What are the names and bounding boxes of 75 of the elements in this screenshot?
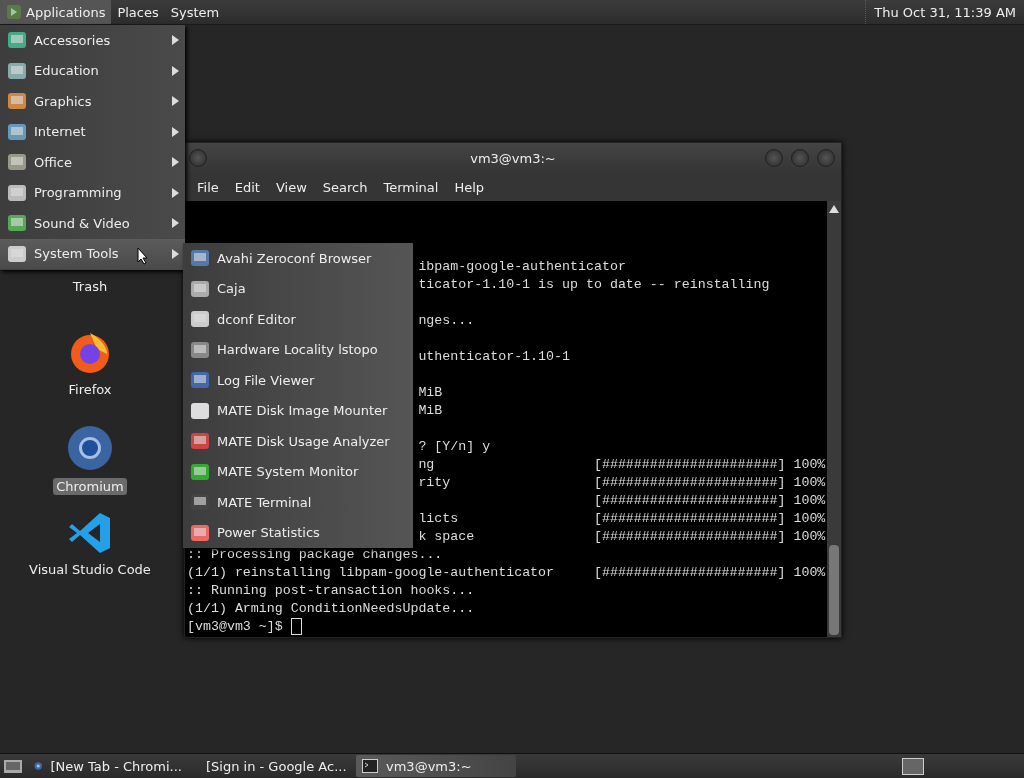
terminal-line: (1/1) Arming ConditionNeedsUpdate...	[187, 600, 475, 618]
panel-menu[interactable]: Applications	[0, 0, 112, 24]
submenu-arrow-icon	[172, 248, 179, 259]
submenu-arrow-icon	[172, 218, 179, 229]
menu-item[interactable]: Log File Viewer	[183, 365, 413, 396]
desktop-icon-label[interactable]: Firefox	[65, 381, 115, 398]
scroll-up-icon[interactable]	[829, 205, 839, 213]
menu-item[interactable]: Caja	[183, 273, 413, 304]
text-cursor	[290, 618, 302, 635]
menu-item[interactable]: System Tools	[0, 238, 185, 269]
window-title: vm3@vm3:~	[470, 150, 556, 166]
shell-prompt: [vm3@vm3 ~]$	[187, 619, 283, 634]
terminal-line: :: Processing package changes...	[187, 546, 443, 564]
submenu-arrow-icon	[172, 126, 179, 137]
code-editor-icon[interactable]	[68, 511, 112, 555]
submenu-arrow-icon	[172, 187, 179, 198]
clock[interactable]: Thu Oct 31, 11:39 AM	[865, 0, 1024, 24]
menu-item[interactable]: MATE Disk Usage Analyzer	[183, 426, 413, 457]
menu-item[interactable]: File	[189, 179, 227, 195]
desktop-icon-label[interactable]: Visual Studio Code	[26, 561, 154, 578]
menu-item[interactable]: Hardware Locality lstopo	[183, 334, 413, 365]
terminal-line: MiB	[418, 402, 443, 420]
taskbar-button[interactable]: [Sign in - Google Ac...	[192, 755, 352, 777]
submenu-arrow-icon	[172, 157, 179, 168]
submenu-arrow-icon	[172, 65, 179, 76]
terminal-line: ? [Y/n] y	[418, 438, 491, 456]
menu-item[interactable]: Edit	[226, 179, 268, 195]
menu-item[interactable]: dconf Editor	[183, 304, 413, 335]
desktop-icon-label[interactable]: Chromium	[53, 478, 127, 495]
menu-item[interactable]: Graphics	[0, 86, 185, 117]
menu-item[interactable]: Avahi Zeroconf Browser	[183, 243, 413, 274]
progress-text: [######################] 100%	[593, 528, 827, 546]
menu-item[interactable]: Help	[446, 179, 493, 195]
menu-item[interactable]: MATE Terminal	[183, 487, 413, 518]
menu-item[interactable]: Search	[314, 179, 376, 195]
progress-text: [######################] 100%	[593, 456, 827, 474]
progress-text: [######################] 100%	[593, 474, 827, 492]
submenu-arrow-icon	[172, 35, 179, 46]
submenu-arrow-icon	[172, 96, 179, 107]
menu-item[interactable]: MATE System Monitor	[183, 456, 413, 487]
terminal-line: :: Running post-transaction hooks...	[187, 582, 475, 600]
menu-item[interactable]: Education	[0, 55, 185, 86]
menu-item[interactable]: View	[267, 179, 315, 195]
taskbar-button[interactable]: vm3@vm3:~	[356, 755, 516, 777]
menu-item[interactable]: MATE Disk Image Mounter	[183, 395, 413, 426]
terminal-line: licts	[418, 510, 459, 528]
terminal-line: rity	[418, 474, 451, 492]
panel-menu[interactable]: Places	[111, 0, 165, 24]
menu-item[interactable]: Sound & Video	[0, 208, 185, 239]
terminal-line: ticator-1.10-1 is up to date -- reinstalling	[418, 276, 770, 294]
terminal-line: k space	[418, 528, 475, 546]
taskbar-button[interactable]: [New Tab - Chromi...	[28, 755, 188, 777]
chromium-icon[interactable]	[66, 424, 114, 472]
terminal-line: nges...	[418, 312, 475, 330]
menu-item[interactable]: Accessories	[0, 25, 185, 56]
progress-text: [######################] 100%	[593, 564, 827, 582]
workspace-switcher[interactable]	[902, 757, 924, 775]
terminal-line: ng	[418, 456, 435, 474]
terminal-line: (1/1) reinstalling libpam-google-authenticator	[187, 564, 555, 582]
terminal-line: MiB	[418, 384, 443, 402]
menu-item[interactable]: Internet	[0, 116, 185, 147]
desktop-icon-label[interactable]: Trash	[69, 278, 111, 295]
menu-item[interactable]: Programming	[0, 177, 185, 208]
terminal-line: ibpam-google-authenticator	[418, 258, 626, 276]
scroll-thumb[interactable]	[829, 545, 839, 635]
show-desktop-icon[interactable]	[2, 757, 24, 775]
progress-text: [######################] 100%	[593, 510, 827, 528]
mouse-pointer-icon	[137, 247, 149, 265]
menu-item[interactable]: Office	[0, 147, 185, 178]
panel-menu[interactable]: System	[164, 0, 226, 24]
scrollbar[interactable]	[827, 201, 841, 637]
terminal-line: uthenticator-1.10-1	[418, 348, 570, 366]
menu-item[interactable]: Power Statistics	[183, 517, 413, 548]
progress-text: [######################] 100%	[593, 492, 827, 510]
menu-item[interactable]: Terminal	[375, 179, 447, 195]
